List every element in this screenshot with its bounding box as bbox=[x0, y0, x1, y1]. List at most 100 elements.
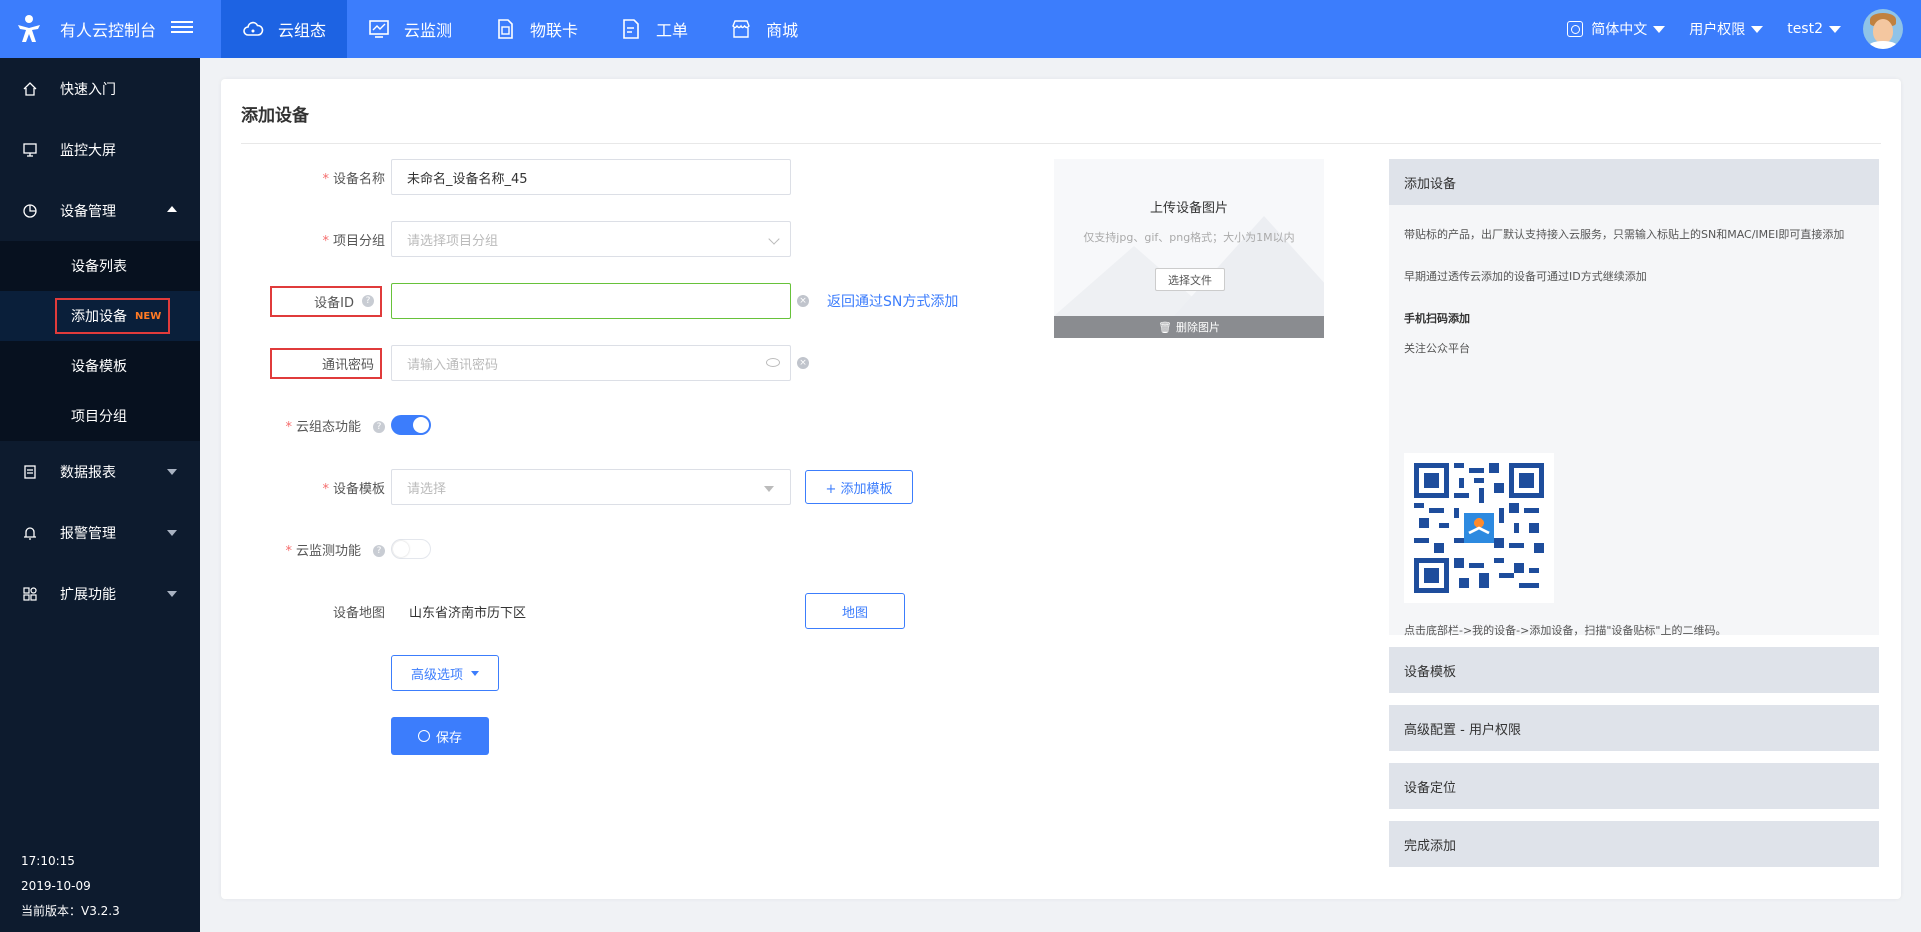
divider bbox=[241, 143, 1881, 144]
nav-label: 物联卡 bbox=[530, 21, 579, 40]
cloud-icon bbox=[242, 18, 264, 40]
device-icon bbox=[22, 203, 38, 219]
ticket-icon bbox=[620, 18, 642, 40]
nav-label: 商城 bbox=[766, 21, 799, 40]
nav-label: 工单 bbox=[656, 21, 689, 40]
form-row-advanced: 高级选项 bbox=[221, 655, 1221, 691]
nav-ticket[interactable]: 工单 bbox=[599, 0, 709, 58]
screen-icon bbox=[22, 142, 38, 158]
nav-iot-card[interactable]: 物联卡 bbox=[473, 0, 599, 58]
sidebar-item-device-management[interactable]: 设备管理 bbox=[0, 180, 200, 241]
avatar[interactable] bbox=[1863, 9, 1903, 49]
language-label: 简体中文 bbox=[1591, 22, 1648, 38]
help-icon: ? bbox=[362, 295, 374, 307]
add-template-button[interactable]: + 添加模板 bbox=[805, 470, 913, 504]
sidebar-item-dashboard[interactable]: 监控大屏 bbox=[0, 119, 200, 180]
user-menu[interactable]: test2 bbox=[1787, 21, 1841, 37]
sidebar-item-label: 快速入门 bbox=[60, 81, 116, 98]
nav-cloud-config[interactable]: 云组态 bbox=[221, 0, 348, 58]
help-icon: ? bbox=[373, 545, 385, 557]
project-group-select[interactable]: 请选择项目分组 bbox=[391, 221, 791, 257]
template-select[interactable]: 请选择 bbox=[391, 469, 791, 505]
home-icon bbox=[22, 81, 38, 97]
cloud-monitor-toggle[interactable] bbox=[391, 539, 431, 559]
sidebar-item-quickstart[interactable]: 快速入门 bbox=[0, 58, 200, 119]
clear-icon[interactable]: × bbox=[797, 357, 809, 369]
device-id-input[interactable] bbox=[391, 283, 791, 319]
help-text: 关注公众平台 bbox=[1404, 342, 1470, 355]
password-label: 通讯密码 bbox=[270, 347, 382, 379]
form-row-template: * 设备模板 请选择 + 添加模板 bbox=[221, 469, 1221, 505]
username-label: test2 bbox=[1787, 21, 1823, 37]
app-title: 有人云控制台 bbox=[60, 21, 157, 40]
sidebar-subitem-label: 设备模板 bbox=[71, 359, 127, 375]
help-panel: 添加设备 带贴标的产品，出厂默认支持接入云服务，只需输入标贴上的SN和MAC/I… bbox=[1389, 159, 1879, 867]
store-icon bbox=[730, 18, 752, 40]
nav-cloud-monitor[interactable]: 云监测 bbox=[347, 0, 473, 58]
sidebar-subitem-project-group[interactable]: 项目分组 bbox=[0, 391, 200, 441]
sidebar-subitem-label: 项目分组 bbox=[71, 409, 127, 425]
device-name-input[interactable]: 未命名_设备名称_45 bbox=[391, 159, 791, 195]
password-input[interactable]: 请输入通讯密码 bbox=[391, 345, 791, 381]
caret-down-icon bbox=[471, 670, 479, 676]
sidebar-subitem-label: 设备列表 bbox=[71, 259, 127, 275]
chevron-down-icon bbox=[768, 233, 780, 245]
project-group-label: * 项目分组 bbox=[322, 233, 385, 249]
sidebar-subitem-device-template[interactable]: 设备模板 bbox=[0, 341, 200, 391]
delete-image-button[interactable]: 🗑 删除图片 bbox=[1054, 316, 1324, 338]
sidebar-item-label: 扩展功能 bbox=[60, 586, 116, 603]
sidebar-subitem-device-list[interactable]: 设备列表 bbox=[0, 241, 200, 291]
delete-image-label: 删除图片 bbox=[1175, 321, 1220, 334]
help-icon: ? bbox=[373, 421, 385, 433]
caret-down-icon bbox=[1751, 25, 1764, 33]
map-label: 设备地图 bbox=[332, 605, 385, 621]
sidebar-footer: 17:10:15 2019-10-09 当前版本：V3.2.3 bbox=[21, 849, 120, 924]
nav-label: 云组态 bbox=[278, 21, 327, 40]
sidebar-item-extensions[interactable]: 扩展功能 bbox=[0, 563, 200, 624]
sidebar-submenu: 设备列表 添加设备 NEW 设备模板 项目分组 bbox=[0, 241, 200, 441]
map-button[interactable]: 地图 bbox=[805, 593, 905, 629]
help-section-template[interactable]: 设备模板 bbox=[1389, 647, 1879, 693]
save-label: 保存 bbox=[435, 730, 462, 746]
eye-icon bbox=[766, 358, 780, 367]
main-card: 添加设备 * 设备名称 未命名_设备名称_45 * 项目分组 请选择项目分组 设备I… bbox=[221, 79, 1901, 899]
expand-arrow-icon bbox=[167, 530, 177, 536]
sidebar-item-alarms[interactable]: 报警管理 bbox=[0, 502, 200, 563]
advanced-options-button[interactable]: 高级选项 bbox=[391, 655, 499, 691]
logo-icon bbox=[14, 14, 44, 44]
help-section-advanced[interactable]: 高级配置 - 用户权限 bbox=[1389, 705, 1879, 751]
help-section-location[interactable]: 设备定位 bbox=[1389, 763, 1879, 809]
caret-down-icon bbox=[764, 486, 774, 492]
save-button[interactable]: 保存 bbox=[391, 717, 489, 755]
help-text: 早期通过透传云添加的设备可通过ID方式继续添加 bbox=[1404, 270, 1647, 283]
help-subtitle: 手机扫码添加 bbox=[1404, 312, 1470, 325]
clock-date: 2019-10-09 bbox=[21, 879, 91, 893]
sn-add-link[interactable]: 返回通过SN方式添加 bbox=[827, 291, 958, 311]
map-address: 山东省济南市历下区 bbox=[409, 605, 527, 621]
permissions-label: 用户权限 bbox=[1689, 22, 1746, 38]
device-id-label: 设备ID? bbox=[270, 285, 382, 317]
top-nav: 云组态 云监测 物联卡 工单 商城 bbox=[221, 0, 819, 58]
nav-store[interactable]: 商城 bbox=[709, 0, 819, 58]
version-label: 当前版本：V3.2.3 bbox=[21, 904, 120, 918]
brand: 有人云控制台 bbox=[0, 0, 200, 58]
language-select[interactable]: 简体中文 bbox=[1567, 19, 1666, 39]
sidebar-item-label: 设备管理 bbox=[60, 203, 116, 220]
upload-title: 上传设备图片 bbox=[1149, 201, 1228, 216]
help-section-add-device[interactable]: 添加设备 bbox=[1389, 159, 1879, 205]
trash-icon: 🗑 bbox=[1158, 320, 1172, 334]
permissions-menu[interactable]: 用户权限 bbox=[1689, 19, 1764, 39]
sidebar-item-label: 监控大屏 bbox=[60, 142, 116, 159]
sidebar-subitem-add-device[interactable]: 添加设备 NEW bbox=[0, 291, 200, 341]
hamburger-menu-icon[interactable] bbox=[171, 18, 193, 38]
sidebar-item-reports[interactable]: 数据报表 bbox=[0, 441, 200, 502]
cloud-monitor-label: * 云监测功能? bbox=[241, 540, 385, 559]
clock-time: 17:10:15 bbox=[21, 854, 75, 868]
cloud-config-toggle[interactable] bbox=[391, 415, 431, 435]
sidebar-item-label: 报警管理 bbox=[60, 525, 116, 542]
sidebar-item-label: 数据报表 bbox=[60, 464, 116, 481]
help-section-finish[interactable]: 完成添加 bbox=[1389, 821, 1879, 867]
clear-icon[interactable]: × bbox=[797, 295, 809, 307]
choose-file-button[interactable]: 选择文件 bbox=[1155, 268, 1225, 291]
form-row-save: 保存 bbox=[221, 717, 1221, 755]
